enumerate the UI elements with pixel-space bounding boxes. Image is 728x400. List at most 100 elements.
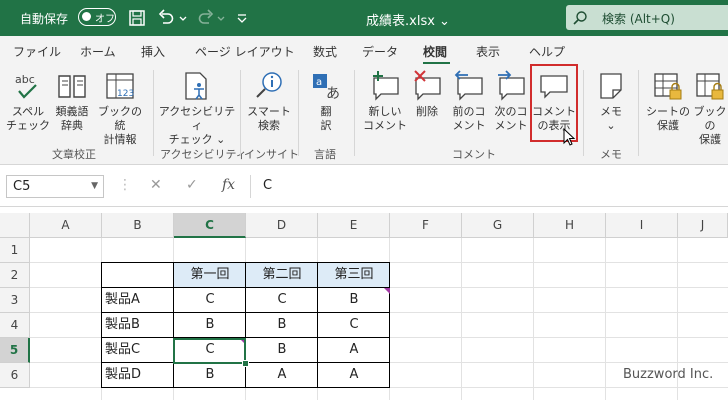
save-icon[interactable] [127,8,147,28]
insert-function-icon[interactable]: fx [222,177,235,193]
table-cell[interactable]: B [246,313,318,338]
select-all-corner[interactable] [0,213,30,238]
table-cell[interactable]: A [246,363,318,388]
delete-comment-button[interactable]: 削除 [408,70,446,119]
column-header[interactable]: I [606,213,678,238]
tab-review[interactable]: 校閲 [423,43,447,60]
cancel-icon[interactable]: ✕ [150,177,162,193]
thesaurus-button[interactable]: 類義語 辞典 [52,70,92,133]
translate-icon: a あ [313,74,340,102]
gridline [605,238,606,400]
undo-dropdown-icon[interactable] [178,8,188,28]
mouse-pointer-icon [563,128,576,146]
table-border [173,262,174,388]
autosave-label: 自動保存 [20,12,69,26]
table-cell[interactable]: B [246,338,318,363]
svg-text:123: 123 [117,89,134,99]
customize-toolbar-icon[interactable] [236,8,248,28]
spelling-icon: abc [15,73,37,99]
more-options-icon: ⋮ [118,177,132,193]
table-cell[interactable]: A [318,363,390,388]
column-header[interactable]: D [246,213,318,238]
tab-data[interactable]: データ [362,43,398,60]
table-cell[interactable]: 製品D [102,363,174,388]
table-border [317,262,318,388]
group-label-insights: インサイト [244,148,299,161]
table-header-cell[interactable]: 第三回 [318,263,390,288]
column-header[interactable]: C [174,213,246,238]
tab-insert[interactable]: 挿入 [141,43,165,60]
undo-icon[interactable] [156,8,176,28]
tab-page-layout[interactable]: ページ レイアウト [195,43,295,60]
column-header[interactable]: J [678,213,728,238]
redo-icon[interactable] [196,8,216,28]
row-header[interactable]: 4 [0,313,30,338]
ribbon: abc スペル チェック 類義語 辞典 123 ブックの統 計情報 文章校正 アクセシ… [0,64,728,165]
previous-comment-button[interactable]: 前のコ メント [448,70,490,133]
column-header[interactable]: A [30,213,102,238]
column-header[interactable]: B [102,213,174,238]
table-cell[interactable]: 製品A [102,288,174,313]
new-comment-button[interactable]: 新しい コメント [362,70,408,133]
next-comment-button[interactable]: 次のコ メント [490,70,532,133]
tab-formulas[interactable]: 数式 [313,43,337,60]
table-cell[interactable]: C [318,313,390,338]
watermark: Buzzword Inc. [623,367,714,382]
chevron-down-icon[interactable]: ▼ [91,181,98,191]
search-box[interactable]: 検索 (Alt+Q) [566,5,728,30]
fill-handle[interactable] [242,360,249,367]
table-header-cell[interactable]: 第二回 [246,263,318,288]
row-header[interactable]: 3 [0,288,30,313]
tab-file[interactable]: ファイル [13,43,61,60]
formula-input[interactable]: C [250,175,728,198]
column-header[interactable]: E [318,213,390,238]
row-header[interactable]: 6 [0,363,30,388]
column-header[interactable]: G [462,213,534,238]
tab-home[interactable]: ホーム [80,43,116,60]
table-cell[interactable]: B [174,313,246,338]
column-header[interactable]: F [390,213,462,238]
protect-sheet-button[interactable]: シートの 保護 [646,70,690,133]
table-cell[interactable]: 製品C [102,338,174,363]
gridline [533,238,534,400]
smart-lookup-button[interactable]: スマート 検索 [246,70,292,133]
table-cell[interactable]: B [174,363,246,388]
tab-help[interactable]: ヘルプ [529,43,565,60]
row-header[interactable]: 1 [0,238,30,263]
svg-text:あ: あ [326,86,340,102]
workbook-statistics-button[interactable]: 123 ブックの統 計情報 [94,70,146,147]
book-icon [58,75,86,98]
table-cell[interactable]: C [174,288,246,313]
tab-view[interactable]: 表示 [476,43,500,60]
table-header-cell[interactable]: 第一回 [174,263,246,288]
enter-icon[interactable]: ✓ [186,177,198,193]
translate-button[interactable]: a あ 翻訳 [306,70,346,133]
autosave-toggle[interactable]: オフ [78,8,116,26]
group-separator [298,70,299,156]
table-border [245,262,246,388]
gridline [461,238,462,400]
file-name[interactable]: 成績表.xlsx ⌄ [366,10,450,29]
protect-workbook-button[interactable]: ブックの 保護 [690,70,728,147]
notes-button[interactable]: メモ ⌄ [592,70,630,133]
row-header[interactable]: 5 [0,338,30,363]
name-box[interactable]: C5 ▼ [6,175,104,198]
group-label-notes: メモ [600,148,622,161]
table-cell[interactable]: 製品B [102,313,174,338]
spelling-button[interactable]: abc スペル チェック [6,70,50,133]
table-cell[interactable]: A [318,338,390,363]
redo-dropdown-icon[interactable] [216,8,226,28]
toggle-knob [82,12,91,21]
comment-indicator[interactable] [384,288,390,294]
svg-text:abc: abc [15,73,35,86]
spreadsheet-grid[interactable]: A B C D E F G H I J 1 2 3 4 5 6 第一回 第二回 … [0,213,728,400]
column-header[interactable]: H [534,213,606,238]
row-header[interactable]: 2 [0,263,30,288]
ribbon-tabs: ファイル ホーム 挿入 ページ レイアウト 数式 データ 校閲 表示 ヘルプ [0,36,728,64]
table-cell[interactable]: C [246,288,318,313]
table-cell[interactable]: B [318,288,390,313]
title-bar: 自動保存 オフ 成績表.xlsx ⌄ 検索 (Alt+Q) [0,0,728,36]
group-label-comments: コメント [452,148,496,161]
check-accessibility-button[interactable]: アクセシビリティ チェック ⌄ [158,70,236,147]
formula-bar: C5 ▼ ⋮ ✕ ✓ fx C [0,168,728,207]
